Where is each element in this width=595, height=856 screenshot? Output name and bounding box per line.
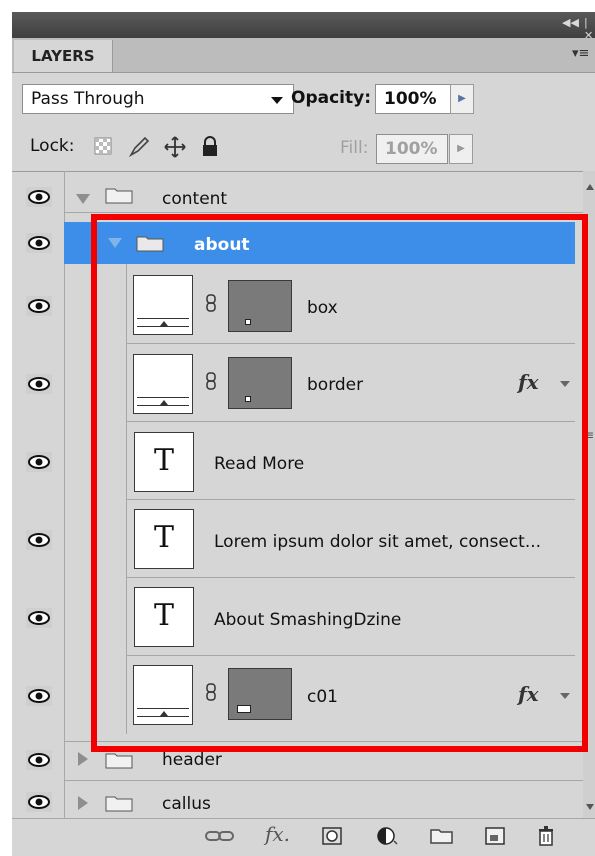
opacity-input[interactable]: 100% xyxy=(375,84,455,114)
panel-title-bar xyxy=(12,12,595,38)
expand-triangle-icon[interactable] xyxy=(76,194,90,204)
tab-layers[interactable]: LAYERS xyxy=(14,40,113,72)
trash-icon[interactable] xyxy=(537,826,555,846)
eye-icon[interactable] xyxy=(26,686,52,706)
lock-label: Lock: xyxy=(30,136,75,156)
layer-row-content[interactable] xyxy=(64,172,583,212)
row-divider xyxy=(64,212,583,213)
blend-mode-value: Pass Through xyxy=(31,89,145,109)
scroll-down-arrow[interactable] xyxy=(586,804,594,810)
lock-image-pixels-icon[interactable] xyxy=(128,136,150,158)
eye-icon[interactable] xyxy=(26,452,52,472)
eye-icon[interactable] xyxy=(26,233,52,253)
eye-icon[interactable] xyxy=(26,608,52,628)
folder-icon xyxy=(105,796,133,812)
eye-icon[interactable] xyxy=(26,374,52,394)
collapse-icon[interactable]: ◀◀ xyxy=(562,16,579,29)
fill-input[interactable]: 100% xyxy=(376,134,448,164)
scroll-up-arrow[interactable] xyxy=(586,184,594,190)
layer-row-callus[interactable] xyxy=(64,781,583,818)
layer-name: header xyxy=(162,750,222,770)
link-layers-icon[interactable] xyxy=(205,828,235,844)
eye-icon[interactable] xyxy=(26,530,52,550)
eye-icon[interactable] xyxy=(26,750,52,770)
lock-all-icon[interactable] xyxy=(200,136,220,158)
folder-icon xyxy=(105,753,133,769)
folder-icon xyxy=(105,188,133,204)
layer-mask-icon[interactable] xyxy=(322,827,342,845)
eye-icon[interactable] xyxy=(26,296,52,316)
eye-icon[interactable] xyxy=(26,187,52,207)
adjustment-layer-icon[interactable] xyxy=(377,827,399,845)
visibility-column xyxy=(12,171,65,831)
fx-icon[interactable]: fx. xyxy=(265,822,290,846)
new-layer-icon[interactable] xyxy=(485,827,505,845)
expand-triangle-icon[interactable] xyxy=(78,752,88,766)
expand-triangle-icon[interactable] xyxy=(78,796,88,810)
opacity-label: Opacity: xyxy=(291,88,372,108)
lock-position-icon[interactable] xyxy=(163,135,187,159)
layer-name: content xyxy=(162,189,228,209)
lock-transparency-icon[interactable] xyxy=(94,137,112,155)
eye-icon[interactable] xyxy=(26,792,52,812)
bottom-toolbar xyxy=(12,818,595,856)
layer-name: callus xyxy=(162,794,211,814)
fill-slider-arrow[interactable]: ▶ xyxy=(449,134,473,164)
chevron-down-icon xyxy=(271,97,283,104)
panel-menu-icon[interactable]: ▾≡ xyxy=(572,46,589,61)
blend-mode-select[interactable]: Pass Through xyxy=(22,84,294,114)
fill-label: Fill: xyxy=(340,138,369,158)
highlight-box xyxy=(91,214,588,752)
opacity-slider-arrow[interactable]: ▶ xyxy=(450,84,474,114)
new-group-icon[interactable] xyxy=(430,828,454,844)
